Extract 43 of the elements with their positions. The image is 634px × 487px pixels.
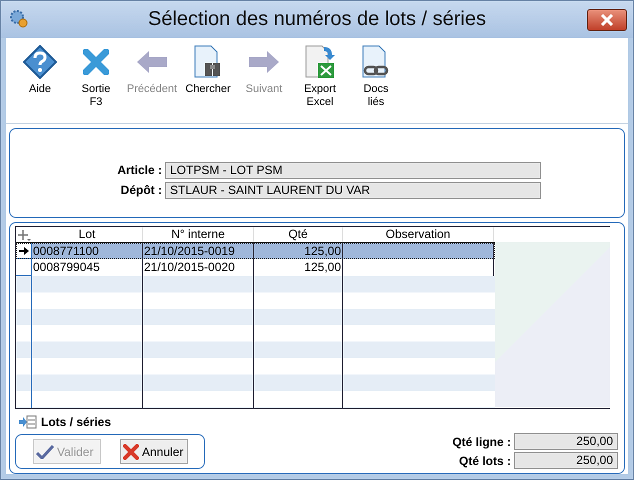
- close-button[interactable]: [587, 9, 627, 31]
- binoculars-icon: [193, 45, 223, 79]
- column-header[interactable]: Lot: [32, 227, 143, 242]
- total-label: Qté lots :: [458, 454, 511, 468]
- field-label: Article :: [116, 163, 163, 177]
- close-icon: [600, 14, 614, 26]
- help-icon: [23, 45, 57, 79]
- window-title: Sélection des numéros de lots / séries: [148, 8, 486, 31]
- gears-icon: [9, 9, 29, 29]
- column-header[interactable]: Observation: [343, 227, 494, 242]
- right-arrow-icon: [248, 50, 280, 74]
- excel-export-icon: [304, 45, 336, 79]
- add-row-icon[interactable]: [17, 228, 31, 240]
- check-icon: [36, 444, 54, 458]
- toolbar-button[interactable]: Chercher: [180, 41, 236, 123]
- column-header[interactable]: N° interne: [143, 227, 254, 242]
- left-arrow-icon: [136, 50, 168, 74]
- table-cell: 21/10/2015-0019: [143, 243, 254, 260]
- close-icon: [123, 444, 139, 460]
- cancel-button[interactable]: Annuler: [120, 439, 188, 464]
- toolbar-button[interactable]: Export Excel: [292, 41, 348, 123]
- readonly-field: STLAUR - SAINT LAURENT DU VAR: [165, 182, 541, 198]
- list-icon: [19, 415, 37, 429]
- total-field: 250,00: [514, 452, 618, 469]
- table-cell: 21/10/2015-0020: [143, 259, 254, 276]
- toolbar-button[interactable]: Docs liés: [348, 41, 404, 123]
- table-cell: 125,00: [254, 243, 343, 260]
- section-label: Lots / séries: [41, 415, 112, 429]
- toolbar-button[interactable]: Sortie F3: [68, 41, 124, 123]
- table-row[interactable]: 0008799045 21/10/2015-0020 125,00: [16, 259, 495, 276]
- current-row-arrow-icon: [18, 246, 28, 255]
- table-row[interactable]: 0008771100 21/10/2015-0019 125,00: [16, 243, 495, 260]
- table-cell: 0008771100: [32, 243, 143, 260]
- linked-documents-icon: [361, 45, 391, 79]
- total-field: 250,00: [514, 433, 618, 450]
- table-cell: 0008799045: [32, 259, 143, 276]
- total-label: Qté ligne :: [451, 434, 511, 448]
- field-label: Dépôt :: [120, 183, 163, 197]
- toolbar-button[interactable]: Aide: [12, 41, 68, 123]
- readonly-field: LOTPSM - LOT PSM: [165, 162, 541, 178]
- close-icon: [83, 49, 109, 75]
- table-cell: 125,00: [254, 259, 343, 276]
- column-header[interactable]: Qté: [254, 227, 343, 242]
